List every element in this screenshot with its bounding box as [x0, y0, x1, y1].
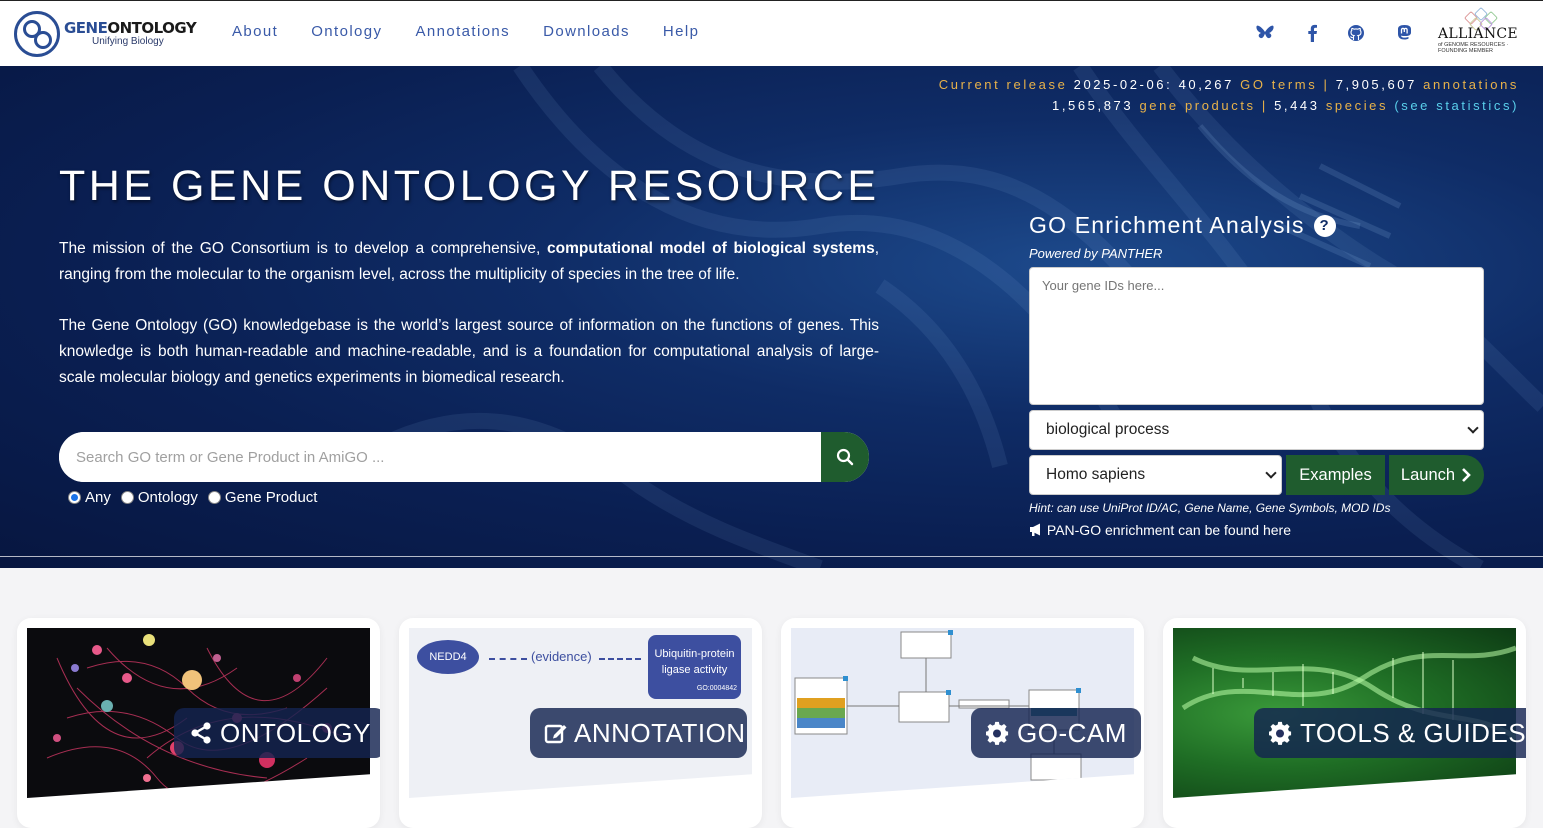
- examples-button[interactable]: Examples: [1286, 455, 1385, 495]
- share-icon: [188, 720, 214, 746]
- edit-icon: [544, 720, 568, 746]
- gear-icon: [1268, 720, 1294, 746]
- hero-divider: [0, 556, 1543, 557]
- radio-any-dot[interactable]: [68, 491, 81, 504]
- ontology-select[interactable]: biological process: [1029, 410, 1484, 450]
- card-ontology[interactable]: ONTOLOGY: [17, 618, 380, 828]
- launch-button[interactable]: Launch: [1389, 455, 1484, 495]
- see-statistics-link[interactable]: (see statistics): [1394, 98, 1519, 113]
- enrichment-hint: Hint: can use UniProt ID/AC, Gene Name, …: [1029, 501, 1391, 515]
- github-icon[interactable]: [1346, 23, 1366, 43]
- tools-guides-label[interactable]: TOOLS & GUIDES: [1254, 708, 1526, 758]
- logo-title: GENEONTOLOGY: [64, 19, 197, 37]
- radio-gene-product[interactable]: Gene Product: [207, 489, 317, 506]
- nav-link-ontology[interactable]: Ontology: [311, 23, 382, 40]
- geneontology-logo[interactable]: GENEONTOLOGY Unifying Biology: [14, 11, 197, 57]
- gene-ids-textarea[interactable]: [1029, 267, 1484, 405]
- go-term-node: Ubiquitin-protein ligase activity GO:000…: [648, 635, 741, 699]
- gear-icon: [985, 720, 1011, 746]
- nav-link-help[interactable]: Help: [663, 23, 699, 40]
- logo-subtitle: Unifying Biology: [92, 36, 164, 47]
- chevron-down-icon: [1467, 422, 1479, 434]
- enrichment-title: GO Enrichment Analysis ?: [1029, 212, 1336, 239]
- gene-node: NEDD4: [417, 640, 479, 674]
- search-icon: [836, 448, 854, 466]
- evidence-label: (evidence): [531, 649, 592, 664]
- card-annotation[interactable]: NEDD4 (evidence) Ubiquitin-protein ligas…: [399, 618, 762, 828]
- help-icon[interactable]: ?: [1313, 214, 1336, 237]
- card-gocam[interactable]: GO-CAM: [781, 618, 1144, 828]
- alliance-word: ALLIANCE: [1438, 26, 1518, 42]
- nav-link-downloads[interactable]: Downloads: [543, 23, 630, 40]
- facebook-icon[interactable]: [1302, 23, 1322, 43]
- card-tools-guides[interactable]: TOOLS & GUIDES: [1163, 618, 1526, 828]
- megaphone-icon: [1030, 523, 1040, 536]
- alliance-logo[interactable]: ALLIANCE of GENOME RESOURCES · FOUNDING …: [1436, 6, 1526, 57]
- page-title: THE GENE ONTOLOGY RESOURCE: [59, 162, 880, 210]
- alliance-subtitle: of GENOME RESOURCES · FOUNDING MEMBER: [1438, 42, 1509, 55]
- nav-link-annotations[interactable]: Annotations: [415, 23, 510, 40]
- main-nav: About Ontology Annotations Downloads Hel…: [232, 23, 732, 40]
- amigo-search-input[interactable]: [59, 432, 821, 482]
- search-scope-radios: Any Ontology Gene Product: [68, 489, 327, 506]
- chevron-down-icon: [1265, 467, 1277, 479]
- nav-link-about[interactable]: About: [232, 23, 278, 40]
- go-logo-icon: [14, 11, 60, 57]
- mission-paragraph: The mission of the GO Consortium is to d…: [59, 240, 880, 283]
- release-stats: Current release 2025-02-06: 40,267 GO te…: [938, 77, 1519, 113]
- radio-any[interactable]: Any: [68, 489, 111, 506]
- annotation-label[interactable]: ANNOTATION: [530, 708, 747, 758]
- chevron-right-icon: [1462, 468, 1471, 482]
- species-select[interactable]: Homo sapiens: [1029, 455, 1282, 495]
- pango-link[interactable]: PAN-GO enrichment can be found here: [1029, 522, 1291, 538]
- radio-gene-product-dot[interactable]: [207, 491, 221, 504]
- radio-ontology[interactable]: Ontology: [120, 489, 198, 506]
- top-navbar: GENEONTOLOGY Unifying Biology About Onto…: [0, 0, 1543, 66]
- powered-by-panther: Powered by PANTHER: [1029, 246, 1163, 261]
- mastodon-icon[interactable]: [1394, 23, 1414, 43]
- gocam-label[interactable]: GO-CAM: [971, 708, 1141, 758]
- radio-ontology-dot[interactable]: [120, 491, 134, 504]
- amigo-search-bar: [59, 432, 869, 482]
- search-button[interactable]: [821, 432, 869, 482]
- bluesky-icon[interactable]: [1255, 23, 1275, 43]
- knowledgebase-paragraph: The Gene Ontology (GO) knowledgebase is …: [59, 317, 879, 386]
- ontology-label[interactable]: ONTOLOGY: [174, 708, 380, 758]
- hero-section: Current release 2025-02-06: 40,267 GO te…: [0, 66, 1543, 568]
